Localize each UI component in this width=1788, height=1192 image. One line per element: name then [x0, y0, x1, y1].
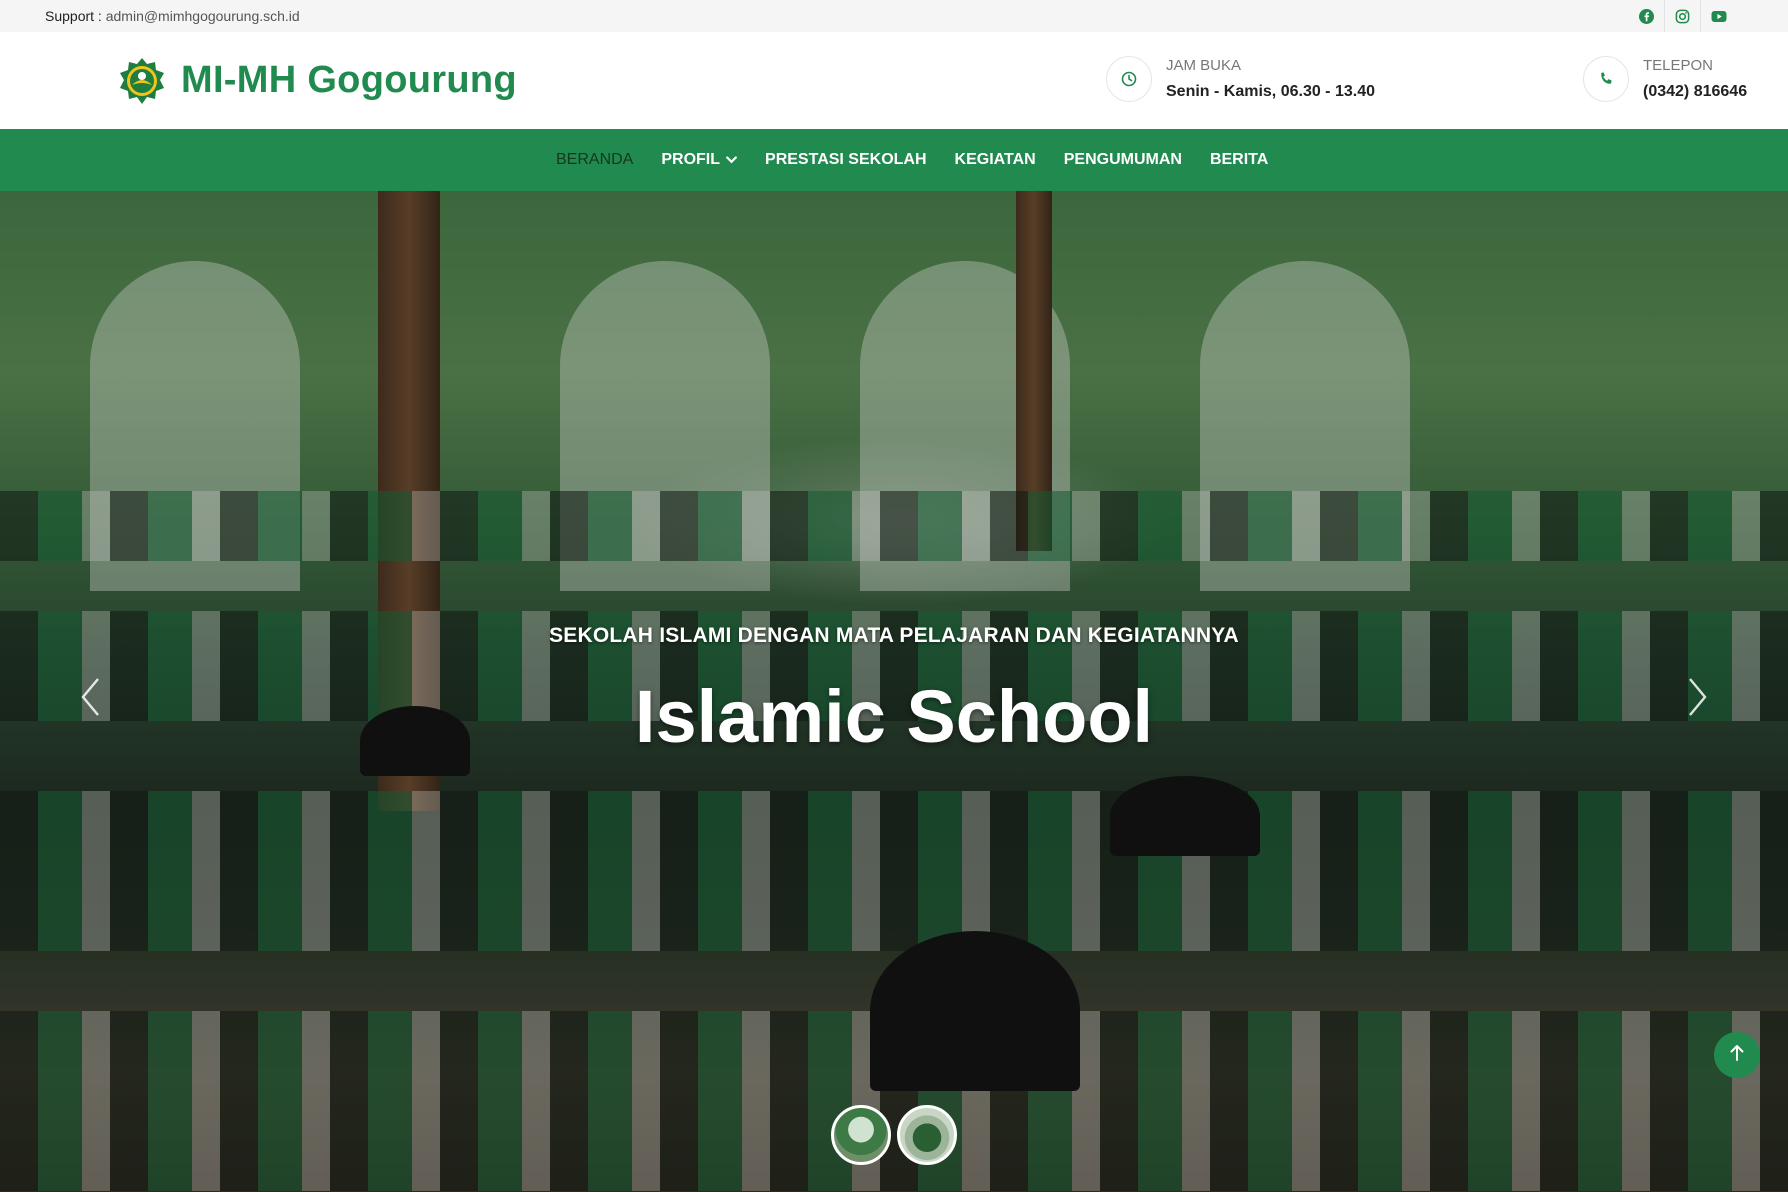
- nav-item-label: PROFIL: [661, 151, 721, 168]
- main-nav: BERANDA PROFIL PRESTASI SEKOLAH KEGIATAN…: [0, 129, 1788, 191]
- slider-next-button[interactable]: [1678, 671, 1718, 727]
- nav-item-prestasi-sekolah[interactable]: PRESTASI SEKOLAH: [765, 151, 927, 169]
- nav-item-profil[interactable]: PROFIL: [661, 151, 737, 169]
- slider-prev-button[interactable]: [70, 671, 110, 727]
- phone-value[interactable]: (0342) 816646: [1643, 83, 1747, 101]
- social-links: [1628, 0, 1736, 32]
- nav-item-beranda[interactable]: BERANDA: [556, 151, 633, 169]
- hero-subtitle: SEKOLAH ISLAMI DENGAN MATA PELAJARAN DAN…: [549, 624, 1239, 647]
- nav-item-berita[interactable]: BERITA: [1210, 151, 1268, 169]
- site-brand[interactable]: MI-MH Gogourung: [181, 59, 517, 102]
- nav-item-label: PRESTASI SEKOLAH: [765, 151, 927, 168]
- slider-thumbnails: [831, 1105, 963, 1165]
- nav-item-label: KEGIATAN: [954, 151, 1036, 168]
- support-bar: Support : admin@mimhgogourung.sch.id: [0, 0, 1788, 32]
- hero-slider: SEKOLAH ISLAMI DENGAN MATA PELAJARAN DAN…: [0, 191, 1788, 1192]
- chevron-down-icon: [726, 151, 737, 169]
- hero-title: Islamic School: [634, 675, 1154, 758]
- slide-thumbnail[interactable]: [897, 1105, 957, 1165]
- site-header: MI-MH Gogourung JAM BUKA Senin - Kamis, …: [0, 32, 1788, 129]
- support-text: Support : admin@mimhgogourung.sch.id: [45, 8, 300, 24]
- slide-thumbnail[interactable]: [831, 1105, 891, 1165]
- school-logo[interactable]: [118, 57, 166, 105]
- nav-item-label: BERANDA: [556, 151, 634, 168]
- clock-icon: [1106, 56, 1152, 102]
- opening-hours: JAM BUKA Senin - Kamis, 06.30 - 13.40: [1106, 56, 1375, 102]
- hours-label: JAM BUKA: [1166, 57, 1242, 74]
- phone-label: TELEPON: [1643, 57, 1714, 74]
- support-label: Support :: [45, 8, 102, 24]
- phone-info: TELEPON (0342) 816646: [1583, 56, 1747, 102]
- chevron-left-icon: [78, 676, 102, 723]
- youtube-icon[interactable]: [1700, 0, 1736, 32]
- phone-icon: [1583, 56, 1629, 102]
- nav-item-pengumuman[interactable]: PENGUMUMAN: [1064, 151, 1182, 169]
- facebook-icon[interactable]: [1628, 0, 1664, 32]
- hours-value: Senin - Kamis, 06.30 - 13.40: [1166, 83, 1375, 100]
- back-to-top-button[interactable]: [1714, 1032, 1760, 1078]
- nav-item-label: BERITA: [1209, 151, 1269, 168]
- support-email[interactable]: admin@mimhgogourung.sch.id: [106, 8, 300, 24]
- nav-item-kegiatan[interactable]: KEGIATAN: [955, 151, 1036, 169]
- nav-item-label: PENGUMUMAN: [1063, 151, 1182, 168]
- arrow-up-icon: [1729, 1044, 1745, 1067]
- chevron-right-icon: [1686, 676, 1710, 723]
- instagram-icon[interactable]: [1664, 0, 1700, 32]
